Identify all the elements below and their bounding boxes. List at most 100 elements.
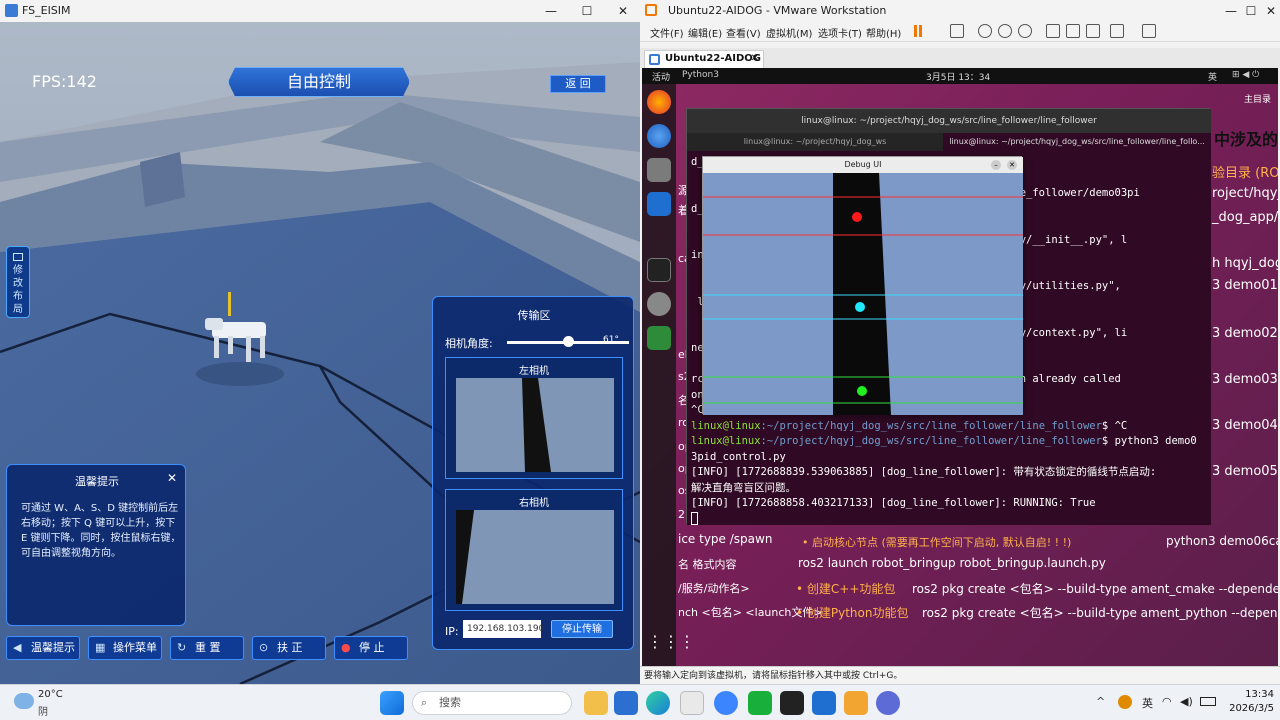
fit-window-icon[interactable] — [1142, 24, 1156, 38]
file-explorer-icon[interactable] — [584, 691, 608, 715]
snapshot-manager-icon[interactable] — [1018, 24, 1032, 38]
close-icon[interactable]: ✕ — [1256, 2, 1280, 20]
console-icon[interactable] — [1110, 24, 1124, 38]
sim-titlebar: FS_EISIM — ☐ ✕ — [0, 0, 640, 22]
tray-app-icon[interactable] — [1118, 695, 1132, 709]
vmware-window: Ubuntu22-AIDOG - VMware Workstation — ☐ … — [640, 0, 1280, 684]
stop-button[interactable]: ● 停 止 — [334, 636, 408, 660]
wechat-icon[interactable] — [748, 691, 772, 715]
upright-button[interactable]: ⊙ 扶 正 — [252, 636, 326, 660]
guest-desktop[interactable]: 活动 Python3 3月5日 13：34 英 ⊞ ◀ ⏻ 中涉及的指 验目录 … — [642, 68, 1278, 666]
sim-window-title: FS_EISIM — [22, 4, 71, 17]
edit-layout-tab[interactable]: 修改布局 — [6, 246, 30, 318]
grid-icon: ▦ — [95, 641, 106, 654]
terminal-icon[interactable] — [647, 258, 671, 282]
app-icon[interactable] — [780, 691, 804, 715]
minimize-icon[interactable]: – — [991, 160, 1001, 170]
menu-edit[interactable]: 编辑(E) — [688, 25, 722, 40]
weather-desc[interactable]: 阴 — [38, 703, 48, 718]
trash-icon[interactable] — [647, 326, 671, 350]
debug-ui-titlebar: Debug UI — [703, 157, 1023, 173]
system-tray-icons[interactable]: ⊞ ◀ ⏻ — [1232, 70, 1259, 80]
slide-text: ros2 pkg create <包名> --build-type ament_… — [912, 582, 1278, 596]
wifi-icon[interactable]: ◠ — [1162, 695, 1172, 708]
ip-input[interactable]: 192.168.103.190 — [463, 620, 544, 638]
minimize-icon[interactable]: — — [536, 2, 566, 20]
battery-icon[interactable] — [1200, 697, 1216, 706]
fs-eisim-taskbar-icon[interactable] — [614, 691, 638, 715]
files-icon[interactable] — [647, 158, 671, 182]
thumbnail-icon[interactable] — [1066, 24, 1080, 38]
vscode-icon[interactable] — [647, 192, 671, 216]
terminal-tab-1[interactable]: linux@linux: ~/project/hqyj_dog_ws — [687, 133, 943, 151]
thunderbird-icon[interactable] — [647, 124, 671, 148]
slide-text: 3 demo01sim — [1212, 278, 1278, 293]
close-icon[interactable]: ✕ — [1007, 160, 1017, 170]
menu-file[interactable]: 文件(F) — [650, 25, 684, 40]
reset-button[interactable]: ↻ 重 置 — [170, 636, 244, 660]
volume-icon[interactable]: ◀) — [1180, 695, 1193, 708]
debug-ui-window[interactable]: Debug UI – ✕ — [702, 156, 1023, 415]
menu-view[interactable]: 查看(V) — [726, 25, 761, 40]
stop-transfer-button[interactable]: 停止传输 — [551, 620, 613, 638]
terminal-prompt-line: linux@linux:~/project/hqyj_dog_ws/src/li… — [691, 419, 1207, 435]
gnome-clock[interactable]: 3月5日 13：34 — [926, 70, 990, 83]
taskbar-date[interactable]: 2026/3/5 — [1224, 703, 1274, 714]
slide-text: python3 demo06ca — [1166, 534, 1278, 548]
tips-button[interactable]: ◀ 温馨提示 — [6, 636, 80, 660]
transfer-panel: 传输区 相机角度: 61° 左相机 右相机 IP: 192.168.103.19… — [432, 296, 634, 650]
close-tab-icon[interactable]: ✕ — [751, 53, 759, 64]
camera-angle-slider-thumb[interactable] — [563, 336, 574, 347]
vscode-taskbar-icon[interactable] — [812, 691, 836, 715]
settings-icon[interactable] — [647, 292, 671, 316]
revert-icon[interactable] — [998, 24, 1012, 38]
operation-menu-button[interactable]: ▦ 操作菜单 — [88, 636, 162, 660]
snapshot-icon[interactable] — [978, 24, 992, 38]
input-method[interactable]: 英 — [1208, 70, 1217, 83]
menu-help[interactable]: 帮助(H) — [866, 25, 901, 40]
terminal-tab-2[interactable]: linux@linux: ~/project/hqyj_dog_ws/src/l… — [943, 133, 1211, 151]
3d-scene-viewport[interactable]: FPS:142 自由控制 返 回 修改布局 温馨提示 ✕ 可通过 W、A、S、D… — [0, 22, 640, 684]
close-icon[interactable]: ✕ — [608, 2, 638, 20]
vm-tab[interactable]: Ubuntu22-AIDOG ✕ — [644, 50, 764, 68]
ip-label: IP: — [445, 625, 459, 638]
firefox-icon[interactable] — [647, 90, 671, 114]
start-icon[interactable] — [380, 691, 404, 715]
app-grid-icon[interactable]: ⋮⋮⋮ — [647, 630, 695, 654]
reset-label: 重 置 — [195, 641, 221, 654]
tray-expand-icon[interactable]: ^ — [1096, 695, 1105, 708]
back-button[interactable]: 返 回 — [550, 75, 606, 93]
fullscreen-icon[interactable] — [1086, 24, 1100, 38]
menu-vm[interactable]: 虚拟机(M) — [766, 25, 812, 40]
upright-label: 扶 正 — [277, 641, 303, 654]
taskbar-time[interactable]: 13:34 — [1240, 689, 1274, 700]
maximize-icon[interactable]: ☐ — [572, 2, 602, 20]
library-icon[interactable] — [1046, 24, 1060, 38]
slide-text: ros2 pkg create <包名> --build-type ament_… — [922, 606, 1278, 620]
activities-button[interactable]: 活动 — [652, 70, 670, 83]
menu-tabs[interactable]: 选项卡(T) — [818, 25, 862, 40]
send-keys-icon[interactable] — [950, 24, 964, 38]
weather-icon[interactable] — [14, 693, 34, 709]
home-folder-icon[interactable] — [1246, 86, 1270, 92]
vmware-taskbar-icon[interactable] — [844, 691, 868, 715]
taskbar-search[interactable]: ⌕ 搜索 — [412, 691, 572, 715]
app2-icon[interactable] — [876, 691, 900, 715]
weather-temp[interactable]: 20°C — [38, 689, 63, 700]
store-icon[interactable] — [680, 691, 704, 715]
log-line: 解决直角弯盲区问题。 — [691, 481, 796, 494]
slide-text: • 创建C++功能包 — [796, 582, 896, 596]
prompt-path: :~/project/hqyj_dog_ws/src/line_follower… — [760, 435, 1102, 447]
vm-statusbar: 要将输入定向到该虚拟机，请将鼠标指针移入其中或按 Ctrl+G。 — [640, 666, 1280, 684]
slide-text: roject/hqyj_ — [1212, 186, 1278, 201]
active-app[interactable]: Python3 — [682, 70, 719, 80]
edge-icon[interactable] — [646, 691, 670, 715]
browser-icon[interactable] — [714, 691, 738, 715]
slide-text: 3 demo02le — [1212, 326, 1278, 341]
prompt-path: :~/project/hqyj_dog_ws/src/line_follower… — [760, 419, 1102, 432]
home-folder-label[interactable]: 主目录 — [1244, 92, 1271, 105]
stop-icon: ● — [341, 641, 351, 654]
close-icon[interactable]: ✕ — [167, 471, 177, 485]
pause-icon[interactable] — [914, 25, 917, 37]
input-language[interactable]: 英 — [1142, 695, 1153, 711]
